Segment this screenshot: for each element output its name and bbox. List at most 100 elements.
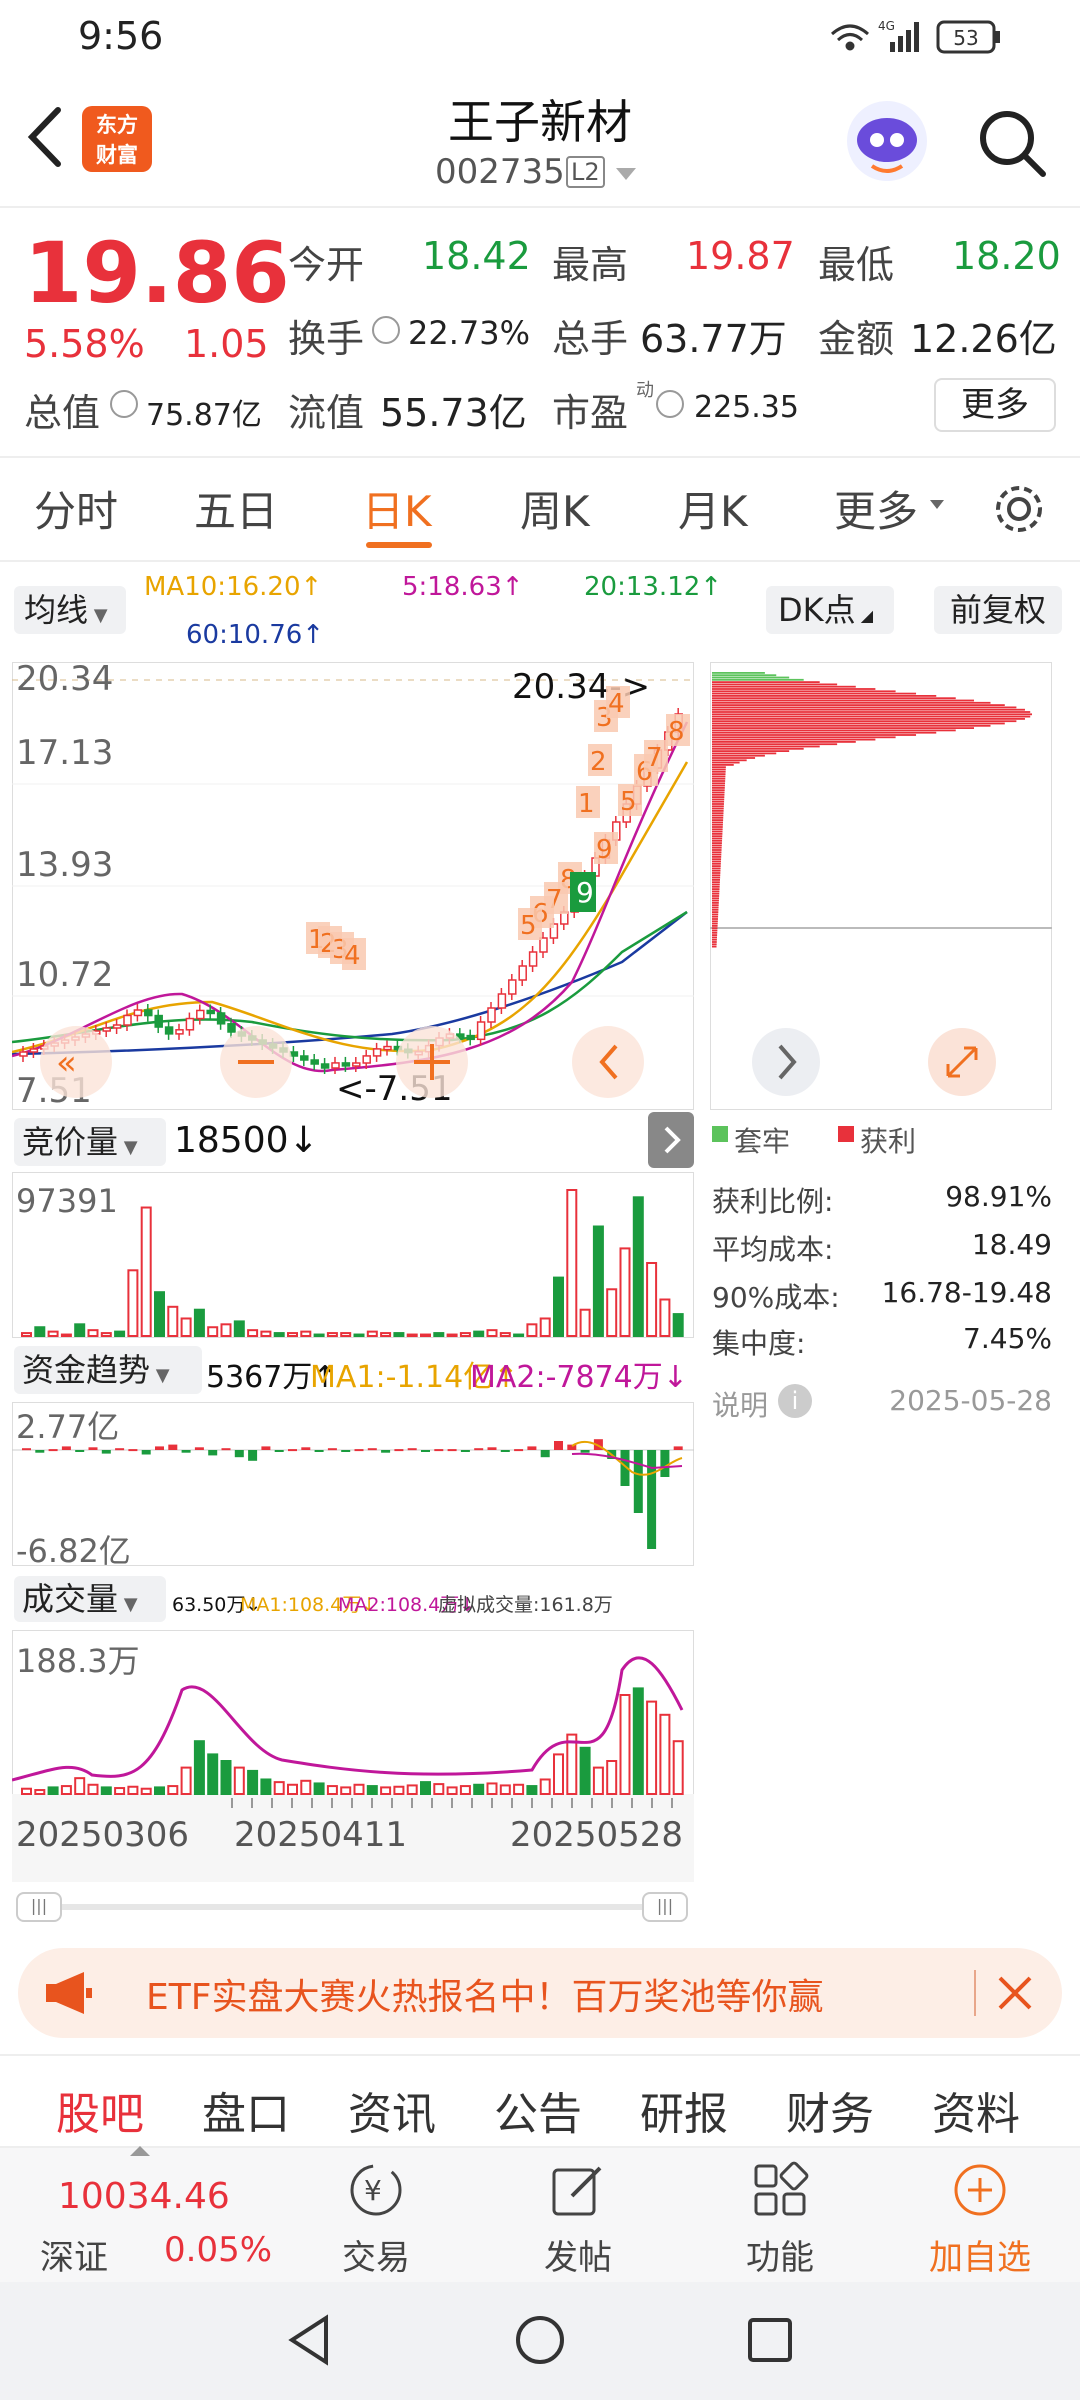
candle-body xyxy=(144,1009,153,1017)
nav-back-icon[interactable] xyxy=(282,2312,338,2368)
chip-note-label[interactable]: 说明 xyxy=(712,1384,768,1424)
level2-badge[interactable]: L2 xyxy=(566,156,605,188)
fund-bar xyxy=(500,1450,510,1452)
high-label: 最高 xyxy=(552,243,629,287)
tab-weekly-k[interactable]: 周K xyxy=(520,478,590,539)
tab-profile[interactable]: 资料 xyxy=(932,2078,1020,2142)
volume-chart[interactable]: 188.3万 20250306 20250411 20250528 xyxy=(11,1630,694,1882)
add-circle-icon xyxy=(954,2164,1006,2216)
auction-bar xyxy=(393,1332,405,1338)
tab-intraday[interactable]: 分时 xyxy=(34,478,118,539)
tab-news[interactable]: 资讯 xyxy=(348,2078,436,2142)
info-icon[interactable] xyxy=(110,390,138,418)
ma-select[interactable]: 均线 ▼ xyxy=(14,586,126,634)
auction-bar xyxy=(420,1333,431,1337)
info-icon[interactable] xyxy=(372,316,400,344)
chevron-right-icon xyxy=(664,1126,681,1154)
info-icon[interactable]: i xyxy=(778,1384,812,1418)
chip-bar xyxy=(712,895,720,897)
kline-y-label: 20.34 xyxy=(16,662,113,699)
volume-bar xyxy=(100,1786,112,1795)
index-value[interactable]: 10034.46 xyxy=(58,2176,230,2217)
auction-select[interactable]: 竞价量 ▼ xyxy=(14,1118,166,1166)
volume-bar xyxy=(632,1687,644,1795)
chip-bar xyxy=(712,892,720,895)
assistant-robot-icon[interactable] xyxy=(842,96,932,186)
chip-bar xyxy=(712,876,721,879)
date-label: 20250528 xyxy=(510,1815,683,1855)
search-button[interactable] xyxy=(975,106,1049,184)
chip-bar xyxy=(712,941,717,943)
trade-button[interactable]: ¥ 交易 xyxy=(296,2150,456,2280)
slider-right-handle[interactable]: ||| xyxy=(642,1892,688,1922)
chip-bar xyxy=(712,938,717,941)
tab-announcement[interactable]: 公告 xyxy=(494,2078,582,2142)
volume-bar xyxy=(21,1787,32,1796)
chip-bar xyxy=(712,734,917,736)
add-watchlist-button[interactable]: 加自选 xyxy=(900,2150,1060,2280)
close-icon[interactable] xyxy=(992,1970,1038,2016)
edit-icon xyxy=(552,2166,602,2216)
chip-bar xyxy=(712,925,718,927)
battery-level: 53 xyxy=(953,26,978,50)
chip-bar xyxy=(712,879,720,881)
info-icon[interactable] xyxy=(656,390,684,418)
volume-bar xyxy=(406,1784,418,1795)
yuan-exchange-icon: ¥ xyxy=(350,2164,402,2216)
tab-pankou[interactable]: 盘口 xyxy=(202,2078,290,2142)
kline-chart[interactable]: 20.34 17.13 13.93 10.72 7.51 20.34-> <-7… xyxy=(11,659,694,1111)
chip-bar xyxy=(712,775,726,778)
tab-guba[interactable]: 股吧 xyxy=(56,2078,144,2142)
auction-bar xyxy=(87,1329,99,1338)
chip-bar xyxy=(712,816,724,819)
volume-select[interactable]: 成交量 ▼ xyxy=(14,1576,166,1622)
fund-bar xyxy=(660,1450,670,1477)
chip-stat-value: 7.45% xyxy=(963,1322,1052,1355)
tab-finance[interactable]: 财务 xyxy=(786,2078,874,2142)
tab-five-day[interactable]: 五日 xyxy=(194,478,278,539)
code-dropdown-icon[interactable] xyxy=(616,168,636,180)
volume-bar xyxy=(154,1786,165,1795)
volume-bar xyxy=(273,1781,285,1795)
fund-bar xyxy=(341,1450,351,1452)
settings-button[interactable] xyxy=(990,480,1048,542)
tab-daily-k[interactable]: 日K xyxy=(362,478,432,539)
kline-y-label: 10.72 xyxy=(16,955,113,995)
post-button[interactable]: 发帖 xyxy=(498,2150,658,2280)
tab-monthly-k[interactable]: 月K xyxy=(678,478,748,539)
chip-distribution-chart[interactable] xyxy=(710,662,1052,1110)
more-button[interactable]: 更多 xyxy=(934,378,1056,432)
chip-bar xyxy=(712,906,719,909)
tab-more[interactable]: 更多 xyxy=(834,478,918,539)
side-panel-toggle[interactable] xyxy=(648,1112,694,1168)
function-button[interactable]: 功能 xyxy=(700,2150,860,2280)
fund-trend-chart[interactable]: 2.77亿 -6.82亿 xyxy=(12,1402,694,1570)
auction-bar xyxy=(672,1313,684,1338)
range-slider[interactable]: ||| ||| xyxy=(16,1892,688,1922)
chip-bar xyxy=(712,695,937,697)
chip-bar xyxy=(712,676,790,679)
tab-research[interactable]: 研报 xyxy=(640,2078,728,2142)
chip-bar xyxy=(712,844,722,847)
auction-volume-chart[interactable]: 97391 xyxy=(12,1172,694,1338)
fund-trend-select[interactable]: 资金趋势 ▼ xyxy=(14,1346,202,1394)
auction-bar xyxy=(313,1333,325,1337)
kline-y-label: 13.93 xyxy=(16,845,113,885)
dk-point-select[interactable]: DK点 ◢ xyxy=(766,586,894,634)
nav-home-icon[interactable] xyxy=(512,2312,568,2368)
promo-banner[interactable]: ETF实盘大赛火热报名中！百万奖池等你赢 xyxy=(18,1948,1062,2038)
chip-bar xyxy=(712,800,725,803)
index-name[interactable]: 深证 xyxy=(40,2230,108,2279)
nav-recents-icon[interactable] xyxy=(742,2312,798,2368)
slider-left-handle[interactable]: ||| xyxy=(16,1892,62,1922)
chip-bar xyxy=(712,851,722,854)
candle-body xyxy=(133,1009,143,1017)
chip-bar xyxy=(712,856,722,858)
index-percent[interactable]: 0.05% xyxy=(164,2230,272,2270)
auction-bar xyxy=(406,1333,418,1337)
adjust-select[interactable]: 前复权 xyxy=(934,586,1062,634)
candle-body xyxy=(320,1063,330,1069)
fund-bar xyxy=(447,1449,457,1452)
chip-bar xyxy=(712,720,1017,723)
fund-bar xyxy=(647,1450,657,1549)
